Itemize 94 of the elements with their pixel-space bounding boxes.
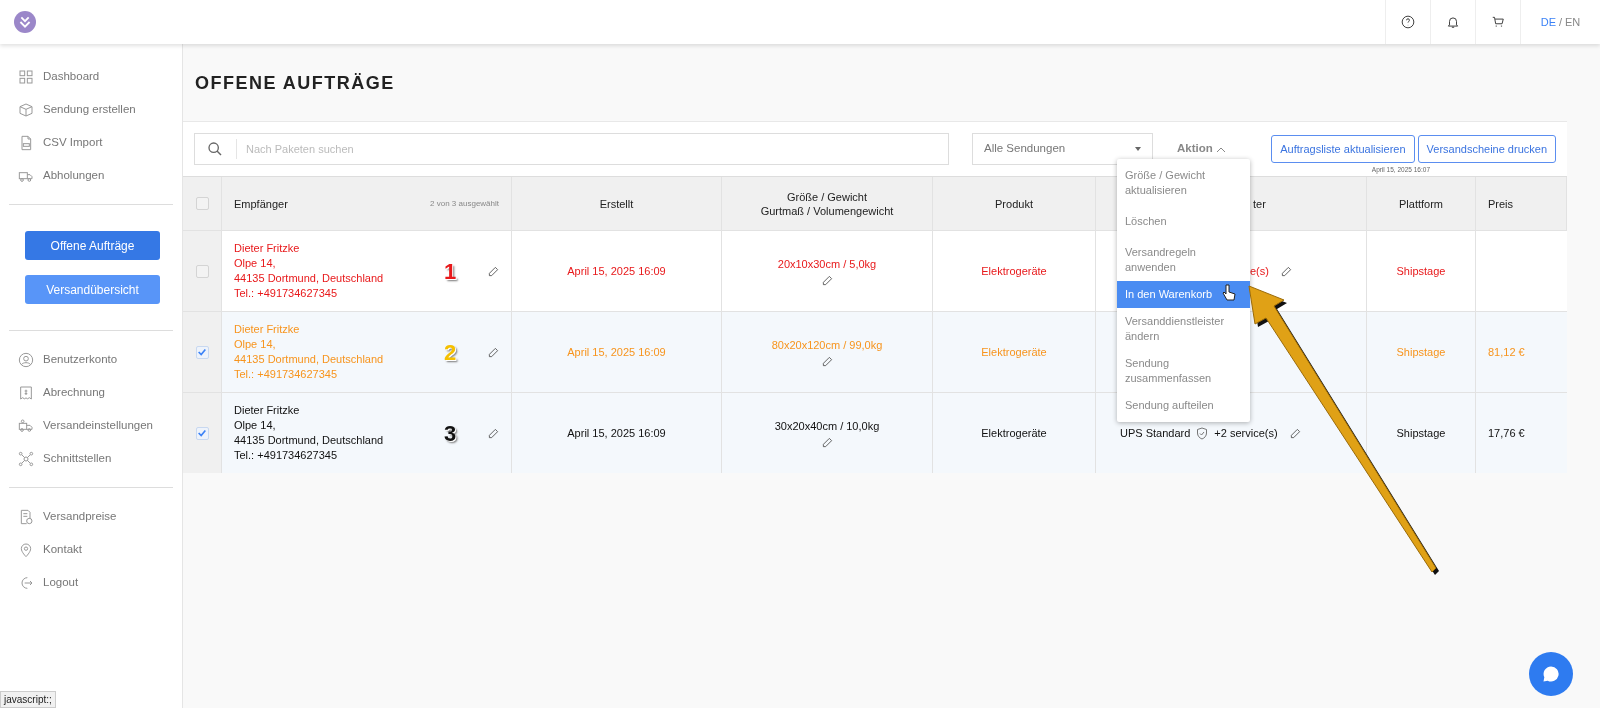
product-name: Elektrogeräte bbox=[981, 263, 1047, 279]
pencil-icon[interactable] bbox=[1280, 265, 1292, 277]
action-dropdown[interactable]: Aktion bbox=[1177, 140, 1225, 158]
created-date: April 15, 2025 16:09 bbox=[567, 425, 666, 441]
language-option[interactable]: EN bbox=[1565, 13, 1581, 31]
pencil-icon[interactable] bbox=[821, 437, 833, 449]
language-separator: / bbox=[1558, 14, 1563, 30]
logo-icon[interactable] bbox=[14, 11, 36, 33]
nav-icon bbox=[18, 351, 34, 368]
cart-icon[interactable] bbox=[1491, 15, 1505, 29]
menu-item[interactable]: Löschen bbox=[1117, 204, 1250, 239]
menu-item[interactable]: Versanddienstleister ändern bbox=[1117, 308, 1250, 350]
checkbox[interactable] bbox=[195, 197, 209, 210]
menu-item[interactable]: Sendung zusammenfassen bbox=[1117, 350, 1250, 392]
pencil-icon[interactable] bbox=[1289, 427, 1301, 439]
nav-icon bbox=[18, 574, 34, 591]
service-count[interactable]: +2 service(s) bbox=[1214, 424, 1278, 442]
menu-item[interactable]: Größe / Gewicht aktualisieren bbox=[1117, 162, 1250, 204]
annotation-number: 3 bbox=[444, 419, 457, 448]
nav-link[interactable]: Versandeinstellungen bbox=[43, 416, 153, 435]
nav-icon bbox=[18, 417, 34, 434]
menu-item[interactable]: Versandregeln anwenden bbox=[1117, 239, 1250, 281]
nav-link[interactable]: Versandpreise bbox=[43, 507, 117, 526]
nav-link[interactable]: Dashboard bbox=[43, 67, 100, 86]
selection-count: 2 von 3 ausgewählt bbox=[430, 197, 499, 210]
cursor-icon bbox=[1222, 284, 1236, 302]
search-icon bbox=[207, 141, 223, 157]
nav-link[interactable]: Abrechnung bbox=[43, 383, 106, 402]
nav-link[interactable]: Kontakt bbox=[43, 540, 82, 559]
nav-link[interactable]: CSV Import bbox=[43, 133, 103, 152]
language-option[interactable]: DE bbox=[1540, 13, 1556, 31]
checkbox[interactable] bbox=[195, 426, 209, 440]
menu-item[interactable]: In den Warenkorb bbox=[1117, 281, 1250, 308]
pencil-icon[interactable] bbox=[488, 346, 499, 358]
caret-icon bbox=[1135, 147, 1141, 151]
nav-link[interactable]: Sendung erstellen bbox=[43, 100, 136, 119]
nav-icon bbox=[18, 450, 34, 467]
platform-name: Shipstage bbox=[1396, 344, 1446, 360]
recipient-address: Dieter Fritzke Olpe 14, 44135 Dortmund, Deutschland Tel.: +491734627345 bbox=[234, 403, 385, 463]
pencil-icon[interactable] bbox=[488, 265, 499, 277]
column-header: Größe / Gewicht Gurtmaß / Volumengewicht bbox=[760, 189, 894, 218]
size-weight: 20x10x30cm / 5,0kg bbox=[777, 256, 877, 272]
column-header: ter bbox=[1253, 196, 1266, 211]
platform-name: Shipstage bbox=[1396, 263, 1446, 279]
column-header: Erstellt bbox=[599, 196, 634, 211]
nav-button[interactable]: Offene Aufträge bbox=[25, 231, 160, 260]
recipient-address: Dieter Fritzke Olpe 14, 44135 Dortmund, Deutschland Tel.: +491734627345 bbox=[234, 241, 385, 301]
menu-item[interactable]: Sendung aufteilen bbox=[1117, 392, 1250, 419]
status-text: javascript:; bbox=[0, 691, 56, 708]
page-title: OFFENE AUFTRÄGE bbox=[194, 72, 396, 95]
nav-link[interactable]: Schnittstellen bbox=[43, 449, 112, 468]
size-weight: 80x20x120cm / 99,0kg bbox=[771, 337, 883, 353]
created-date: April 15, 2025 16:09 bbox=[567, 263, 666, 279]
checkbox[interactable] bbox=[195, 345, 209, 359]
nav-icon bbox=[18, 68, 34, 85]
filter-select[interactable]: Alle Sendungen bbox=[972, 133, 1153, 165]
price: 17,76 € bbox=[1488, 425, 1525, 441]
nav-icon bbox=[18, 508, 34, 525]
column-header: Produkt bbox=[995, 196, 1033, 211]
help-icon[interactable] bbox=[1401, 15, 1415, 29]
column-header: Empfänger bbox=[234, 196, 288, 211]
created-date: April 15, 2025 16:09 bbox=[567, 344, 666, 360]
chevron-icon bbox=[1216, 146, 1225, 152]
platform-name: Shipstage bbox=[1396, 425, 1446, 441]
nav-icon bbox=[18, 101, 34, 118]
product-name: Elektrogeräte bbox=[981, 344, 1047, 360]
search-field[interactable]: Nach Paketen suchen bbox=[194, 133, 949, 165]
bell-icon[interactable] bbox=[1446, 15, 1460, 29]
price: 81,12 € bbox=[1488, 344, 1525, 360]
shield-icon bbox=[1196, 426, 1209, 440]
chat-button[interactable] bbox=[1529, 652, 1573, 696]
toolbar-button[interactable]: Versandscheine drucken bbox=[1417, 135, 1556, 163]
nav-link[interactable]: Benutzerkonto bbox=[43, 350, 118, 369]
chat-icon bbox=[1541, 664, 1561, 684]
checkbox[interactable] bbox=[195, 264, 209, 278]
nav-link[interactable]: Logout bbox=[43, 573, 79, 592]
annotation-number: 2 bbox=[444, 338, 457, 367]
nav-icon bbox=[18, 541, 34, 558]
product-name: Elektrogeräte bbox=[981, 425, 1047, 441]
service-text: e(s) bbox=[1250, 263, 1269, 279]
nav-link[interactable]: Abholungen bbox=[43, 166, 105, 185]
pencil-icon[interactable] bbox=[821, 356, 833, 368]
size-weight: 30x20x40cm / 10,0kg bbox=[774, 418, 880, 434]
pencil-icon[interactable] bbox=[821, 275, 833, 287]
pencil-icon[interactable] bbox=[488, 427, 499, 439]
annotation-number: 1 bbox=[444, 257, 457, 286]
nav-icon bbox=[18, 134, 34, 151]
column-header: Preis bbox=[1488, 196, 1514, 211]
nav-button[interactable]: Versandübersicht bbox=[25, 275, 160, 304]
toolbar-button[interactable]: Auftragsliste aktualisieren bbox=[1271, 135, 1415, 163]
column-header: Plattform bbox=[1399, 196, 1443, 211]
nav-icon bbox=[18, 384, 34, 401]
carrier-name: UPS Standard bbox=[1120, 425, 1191, 441]
recipient-address: Dieter Fritzke Olpe 14, 44135 Dortmund, Deutschland Tel.: +491734627345 bbox=[234, 322, 385, 382]
